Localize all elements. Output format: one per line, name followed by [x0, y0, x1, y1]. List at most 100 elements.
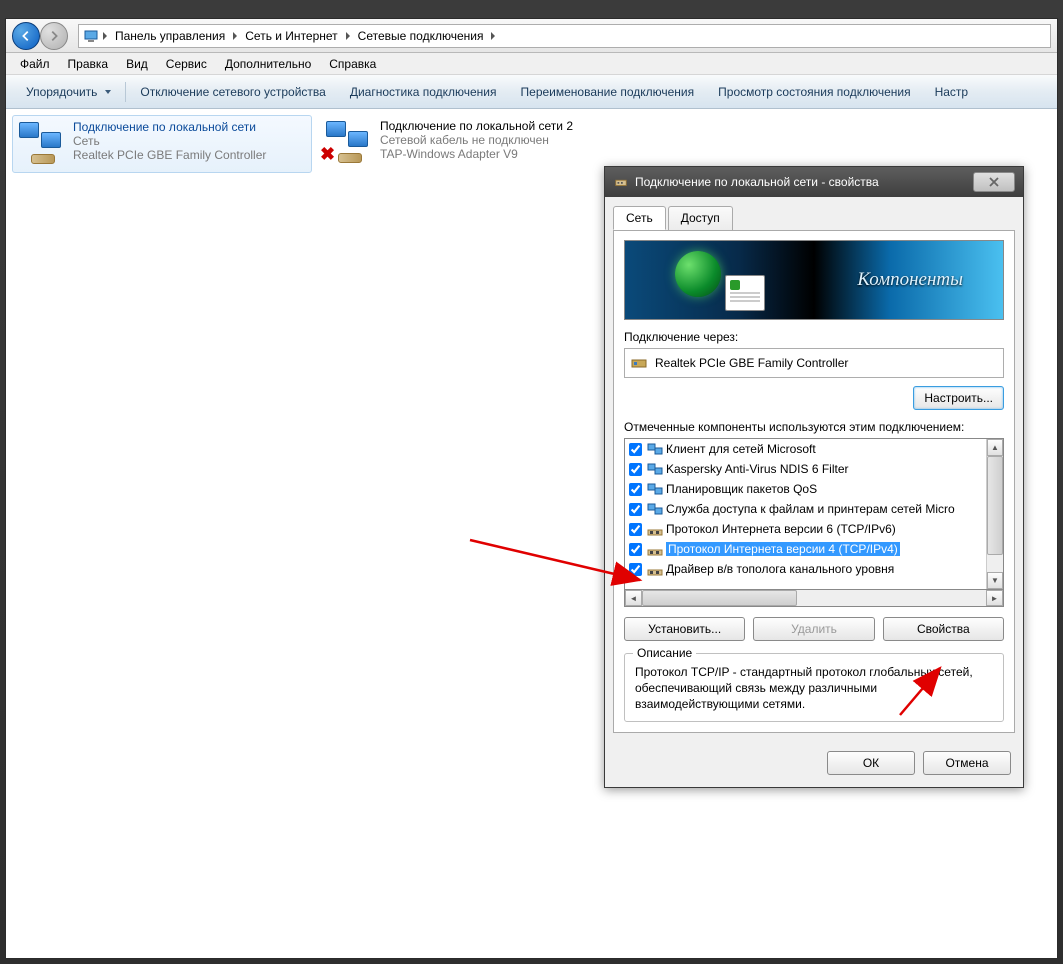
- network-icon: ✖: [324, 119, 372, 167]
- description-text: Протокол TCP/IP - стандартный протокол г…: [635, 664, 993, 713]
- properties-button[interactable]: Свойства: [883, 617, 1004, 641]
- breadcrumb-network-internet[interactable]: Сеть и Интернет: [241, 29, 341, 43]
- dialog-close-button[interactable]: [973, 172, 1015, 192]
- dialog-body: Сеть Доступ Компоненты Подключение через…: [605, 197, 1023, 741]
- connection-status: Сеть: [73, 134, 266, 148]
- breadcrumb-network-connections[interactable]: Сетевые подключения: [354, 29, 488, 43]
- client-icon: [647, 442, 663, 456]
- connect-via-label: Подключение через:: [624, 330, 1004, 344]
- components-label: Отмеченные компоненты используются этим …: [624, 420, 1004, 434]
- remove-button[interactable]: Удалить: [753, 617, 874, 641]
- tabs: Сеть Доступ: [613, 206, 1015, 231]
- description-group: Описание Протокол TCP/IP - стандартный п…: [624, 653, 1004, 722]
- tool-view-status[interactable]: Просмотр состояния подключения: [706, 75, 922, 108]
- component-checkbox[interactable]: [629, 463, 642, 476]
- vertical-scrollbar[interactable]: ▲ ▼: [986, 439, 1003, 589]
- connection-text: Подключение по локальной сети 2 Сетевой …: [380, 119, 573, 161]
- scroll-thumb[interactable]: [987, 456, 1003, 555]
- component-label: Протокол Интернета версии 6 (TCP/IPv6): [666, 522, 896, 536]
- toolbar: Упорядочить Отключение сетевого устройст…: [6, 75, 1057, 109]
- menu-view[interactable]: Вид: [118, 55, 156, 73]
- adapter-name: Realtek PCIe GBE Family Controller: [655, 356, 848, 370]
- protocol-icon: [647, 562, 663, 576]
- component-label: Планировщик пакетов QoS: [666, 482, 817, 496]
- connection-status: Сетевой кабель не подключен: [380, 133, 573, 147]
- breadcrumb[interactable]: Панель управления Сеть и Интернет Сетевы…: [78, 24, 1051, 48]
- component-row[interactable]: Драйвер в/в тополога канального уровня: [625, 559, 986, 579]
- horizontal-scrollbar[interactable]: ◄ ►: [624, 590, 1004, 607]
- component-checkbox[interactable]: [629, 523, 642, 536]
- connection-device: Realtek PCIe GBE Family Controller: [73, 148, 266, 162]
- component-row[interactable]: Протокол Интернета версии 6 (TCP/IPv6): [625, 519, 986, 539]
- components-list: Клиент для сетей Microsoft Kaspersky Anti…: [624, 438, 1004, 590]
- nav-forward-button[interactable]: [40, 22, 68, 50]
- install-button[interactable]: Установить...: [624, 617, 745, 641]
- nav-buttons: [12, 22, 68, 50]
- connection-name: Подключение по локальной сети: [73, 120, 266, 134]
- protocol-icon: [647, 522, 663, 536]
- component-checkbox[interactable]: [629, 483, 642, 496]
- globe-icon: [675, 251, 721, 297]
- configure-button[interactable]: Настроить...: [913, 386, 1004, 410]
- adapter-icon: [631, 355, 647, 371]
- client-icon: [647, 502, 663, 516]
- disconnected-x-icon: ✖: [320, 144, 335, 165]
- component-row[interactable]: Клиент для сетей Microsoft: [625, 439, 986, 459]
- breadcrumb-control-panel[interactable]: Панель управления: [111, 29, 229, 43]
- tool-organize[interactable]: Упорядочить: [14, 75, 123, 108]
- properties-dialog: Подключение по локальной сети - свойства…: [604, 166, 1024, 788]
- scroll-up-icon[interactable]: ▲: [987, 439, 1003, 456]
- computer-icon: [83, 28, 99, 44]
- tool-diagnose[interactable]: Диагностика подключения: [338, 75, 509, 108]
- component-label: Kaspersky Anti-Virus NDIS 6 Filter: [666, 462, 849, 476]
- adapter-box[interactable]: Realtek PCIe GBE Family Controller: [624, 348, 1004, 378]
- nav-header: Панель управления Сеть и Интернет Сетевы…: [6, 19, 1057, 53]
- component-row[interactable]: Служба доступа к файлам и принтерам сете…: [625, 499, 986, 519]
- scroll-left-icon[interactable]: ◄: [625, 590, 642, 606]
- tool-disable-device[interactable]: Отключение сетевого устройства: [128, 75, 337, 108]
- tool-settings[interactable]: Настр: [923, 75, 981, 108]
- component-label: Служба доступа к файлам и принтерам сете…: [666, 502, 955, 516]
- connection-item-lan2[interactable]: ✖ Подключение по локальной сети 2 Сетево…: [320, 115, 620, 171]
- tab-panel: Компоненты Подключение через: Realtek PC…: [613, 230, 1015, 733]
- client-icon: [647, 462, 663, 476]
- dialog-footer: ОК Отмена: [605, 741, 1023, 787]
- connection-device: TAP-Windows Adapter V9: [380, 147, 573, 161]
- component-row[interactable]: Kaspersky Anti-Virus NDIS 6 Filter: [625, 459, 986, 479]
- description-legend: Описание: [633, 646, 696, 660]
- component-checkbox[interactable]: [629, 443, 642, 456]
- network-adapter-icon: [613, 174, 629, 190]
- nav-back-button[interactable]: [12, 22, 40, 50]
- connection-text: Подключение по локальной сети Сеть Realt…: [73, 120, 266, 162]
- component-checkbox[interactable]: [629, 563, 642, 576]
- connection-name: Подключение по локальной сети 2: [380, 119, 573, 133]
- menu-service[interactable]: Сервис: [158, 55, 215, 73]
- component-row[interactable]: Планировщик пакетов QoS: [625, 479, 986, 499]
- dialog-title-text: Подключение по локальной сети - свойства: [635, 175, 967, 189]
- component-checkbox[interactable]: [629, 543, 642, 556]
- tab-access[interactable]: Доступ: [668, 206, 733, 230]
- menu-file[interactable]: Файл: [12, 55, 58, 73]
- scroll-right-icon[interactable]: ►: [986, 590, 1003, 606]
- banner-text: Компоненты: [857, 269, 963, 291]
- tab-network[interactable]: Сеть: [613, 206, 666, 230]
- ok-button[interactable]: ОК: [827, 751, 915, 775]
- scroll-thumb[interactable]: [642, 590, 797, 606]
- component-checkbox[interactable]: [629, 503, 642, 516]
- component-label: Клиент для сетей Microsoft: [666, 442, 816, 456]
- protocol-icon: [647, 542, 663, 556]
- menu-bar: Файл Правка Вид Сервис Дополнительно Спр…: [6, 53, 1057, 75]
- cancel-button[interactable]: Отмена: [923, 751, 1011, 775]
- menu-edit[interactable]: Правка: [60, 55, 117, 73]
- network-icon: [17, 120, 65, 168]
- menu-extra[interactable]: Дополнительно: [217, 55, 319, 73]
- component-row[interactable]: Протокол Интернета версии 4 (TCP/IPv4): [625, 539, 986, 559]
- checklist-icon: [725, 275, 765, 311]
- menu-help[interactable]: Справка: [321, 55, 384, 73]
- tool-rename[interactable]: Переименование подключения: [509, 75, 707, 108]
- component-label: Протокол Интернета версии 4 (TCP/IPv4): [666, 542, 900, 556]
- scroll-down-icon[interactable]: ▼: [987, 572, 1003, 589]
- component-label: Драйвер в/в тополога канального уровня: [666, 562, 894, 576]
- dialog-titlebar[interactable]: Подключение по локальной сети - свойства: [605, 167, 1023, 197]
- connection-item-lan1[interactable]: Подключение по локальной сети Сеть Realt…: [12, 115, 312, 173]
